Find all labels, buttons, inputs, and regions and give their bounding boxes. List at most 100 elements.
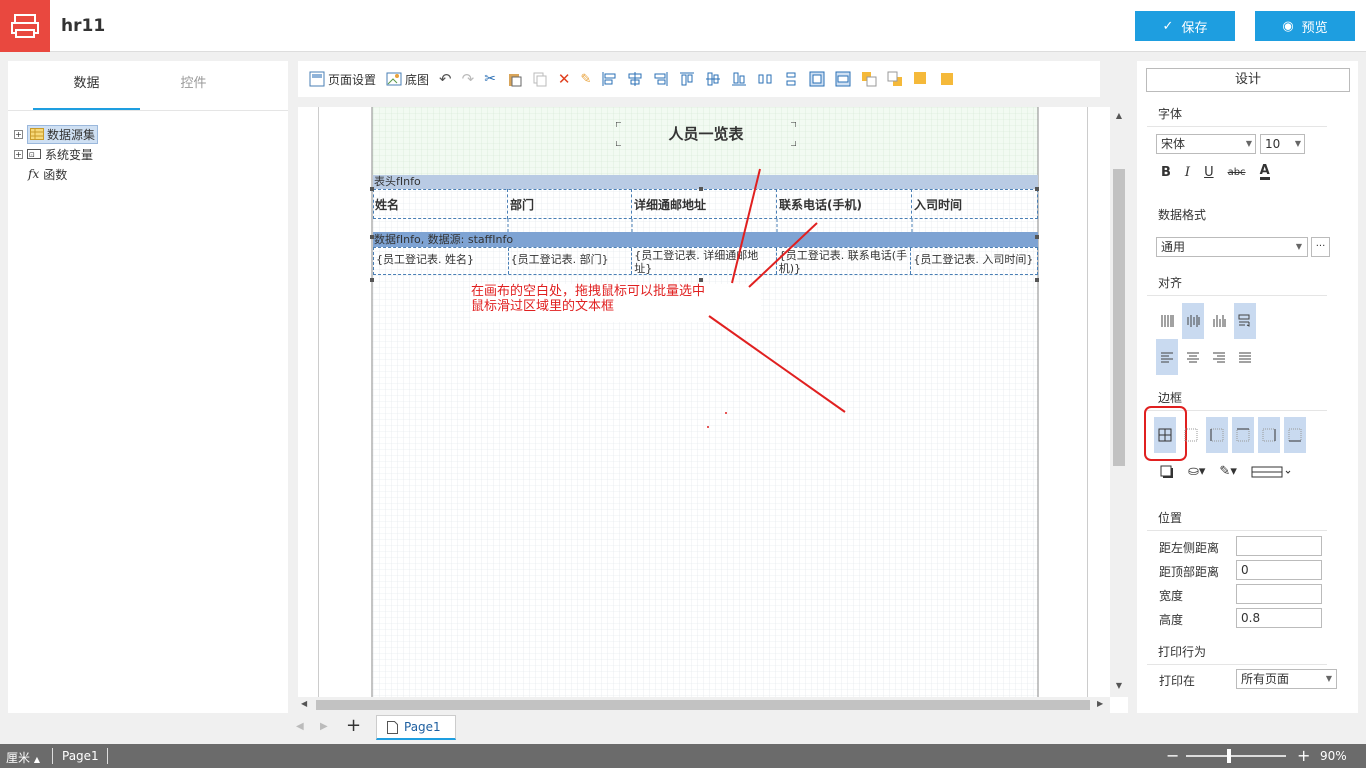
line-style-icon[interactable] xyxy=(1251,465,1291,479)
design-tab[interactable]: 设计 xyxy=(1146,68,1350,92)
scroll-up-icon[interactable]: ▲ xyxy=(1110,111,1128,120)
distribute-v-button[interactable] xyxy=(778,67,804,91)
halign-left-button[interactable] xyxy=(1156,339,1178,375)
bring-front-button[interactable] xyxy=(856,67,882,91)
border-top-button[interactable] xyxy=(1232,417,1254,453)
no-border-button[interactable] xyxy=(1180,417,1202,453)
font-style-group: B I U abc A xyxy=(1161,164,1270,180)
zoom-out-icon[interactable]: − xyxy=(1166,746,1179,765)
chevron-down-icon: ▼ xyxy=(1245,139,1252,148)
copy-button[interactable] xyxy=(527,67,553,91)
valign-bottom-button[interactable] xyxy=(1208,303,1230,339)
scissors-icon: ✂ xyxy=(484,71,496,87)
data-format-select[interactable]: 通用 ▼ xyxy=(1156,237,1308,257)
wrap-text-button[interactable] xyxy=(1234,303,1256,339)
scroll-down-icon[interactable]: ▼ xyxy=(1110,681,1128,690)
top-distance-input[interactable]: 0 xyxy=(1236,560,1322,580)
add-page-icon[interactable]: + xyxy=(346,715,361,736)
scroll-thumb[interactable] xyxy=(1113,169,1125,466)
paste-button[interactable] xyxy=(501,67,527,91)
vertical-scrollbar[interactable]: ▲ ▼ xyxy=(1110,107,1128,697)
border-bottom-button[interactable] xyxy=(1284,417,1306,453)
send-back-button[interactable] xyxy=(882,67,908,91)
scroll-left-icon[interactable]: ◀ xyxy=(301,699,307,708)
align-middle-button[interactable] xyxy=(700,67,726,91)
valign-middle-button[interactable] xyxy=(1182,303,1204,339)
font-size-value: 10 xyxy=(1265,137,1281,151)
border-right-button[interactable] xyxy=(1258,417,1280,453)
left-distance-input[interactable] xyxy=(1236,536,1322,556)
border-group xyxy=(1154,417,1306,453)
zoom-slider[interactable] xyxy=(1186,749,1286,763)
format-painter-button[interactable]: ✎ xyxy=(576,67,597,91)
no-border-icon xyxy=(1184,428,1198,442)
distribute-h-button[interactable] xyxy=(752,67,778,91)
same-height-button[interactable] xyxy=(830,67,856,91)
expand-icon[interactable]: + xyxy=(14,149,23,159)
align-top-button[interactable] xyxy=(674,67,700,91)
same-width-button[interactable] xyxy=(804,67,830,91)
unit-selector[interactable]: 厘米 ▲ xyxy=(6,749,40,766)
align-right-button[interactable] xyxy=(648,67,674,91)
zoom-in-icon[interactable]: + xyxy=(1297,746,1310,765)
valign-top-button[interactable] xyxy=(1156,303,1178,339)
halign-justify-button[interactable] xyxy=(1234,339,1256,375)
height-label: 高度 xyxy=(1159,613,1184,627)
font-family-select[interactable]: 宋体 ▼ xyxy=(1156,134,1256,154)
underline-icon[interactable]: U xyxy=(1204,165,1214,180)
align-left-button[interactable] xyxy=(596,67,622,91)
save-button[interactable]: ✓ 保存 xyxy=(1135,11,1235,41)
annotation-note: 在画布的空白处，拖拽鼠标可以批量选中 鼠标滑过区域里的文本框 xyxy=(471,284,761,322)
cut-button[interactable]: ✂ xyxy=(479,67,501,91)
layer-up-button[interactable] xyxy=(908,67,934,91)
bold-icon[interactable]: B xyxy=(1161,165,1171,180)
height-input[interactable]: 0.8 xyxy=(1236,608,1322,628)
undo-button[interactable]: ↶ xyxy=(434,67,457,91)
divider xyxy=(1147,126,1327,127)
app-title: hr11 xyxy=(61,16,106,36)
tab-controls[interactable]: 控件 xyxy=(140,61,247,111)
background-button[interactable]: 底图 xyxy=(381,67,434,91)
layer-down-button[interactable] xyxy=(934,67,960,91)
fill-color-icon[interactable]: ⛀▾ xyxy=(1188,464,1205,479)
italic-icon[interactable]: I xyxy=(1185,165,1190,180)
font-size-select[interactable]: 10 ▼ xyxy=(1260,134,1305,154)
same-width-icon xyxy=(809,71,825,87)
border-color-icon[interactable]: ✎▾ xyxy=(1219,464,1236,479)
page-setup-button[interactable]: 页面设置 xyxy=(304,67,381,91)
delete-button[interactable]: ✕ xyxy=(553,67,576,91)
preview-button[interactable]: ◉ 预览 xyxy=(1255,11,1355,41)
expand-icon[interactable]: + xyxy=(14,129,23,139)
design-canvas[interactable]: 人员一览表 表头fInfo 姓名 部门 详细通邮地址 联系电话(手机) 入司时间… xyxy=(298,107,1128,713)
border-left-icon xyxy=(1210,428,1224,442)
zoom-slider-thumb[interactable] xyxy=(1227,749,1231,763)
print-on-label: 打印在 xyxy=(1159,674,1196,688)
format-more-button[interactable]: ··· xyxy=(1311,237,1330,257)
tab-data[interactable]: 数据 xyxy=(33,61,140,111)
width-input[interactable] xyxy=(1236,584,1322,604)
halign-right-button[interactable] xyxy=(1208,339,1230,375)
font-color-icon[interactable]: A xyxy=(1259,164,1270,180)
print-on-select[interactable]: 所有页面 ▼ xyxy=(1236,669,1337,689)
align-bottom-button[interactable] xyxy=(726,67,752,91)
halign-left-icon xyxy=(1161,352,1173,363)
tree-item-datasets[interactable]: + 数据源集 xyxy=(14,124,99,144)
border-left-button[interactable] xyxy=(1206,417,1228,453)
horizontal-scrollbar[interactable]: ◀ ▶ xyxy=(298,697,1110,713)
report-page[interactable]: 人员一览表 表头fInfo 姓名 部门 详细通邮地址 联系电话(手机) 入司时间… xyxy=(318,107,1088,697)
redo-button[interactable]: ↷ xyxy=(457,67,480,91)
next-page-icon[interactable]: ▶ xyxy=(320,721,328,732)
strikethrough-icon[interactable]: abc xyxy=(1228,167,1246,178)
hscroll-thumb[interactable] xyxy=(316,700,1090,710)
align-center-button[interactable] xyxy=(622,67,648,91)
halign-center-button[interactable] xyxy=(1182,339,1204,375)
tree-item-sysvars[interactable]: + ⊡ 系统变量 xyxy=(14,145,93,163)
scroll-right-icon[interactable]: ▶ xyxy=(1097,699,1103,708)
status-divider xyxy=(52,748,53,764)
all-borders-button[interactable] xyxy=(1154,417,1176,453)
tree-item-functions[interactable]: fx 函数 xyxy=(28,165,67,183)
top-bar: hr11 ✓ 保存 ◉ 预览 xyxy=(0,0,1366,52)
shadow-icon[interactable] xyxy=(1160,465,1174,479)
page-tab-page1[interactable]: Page1 xyxy=(376,715,456,740)
prev-page-icon[interactable]: ◀ xyxy=(296,721,304,732)
